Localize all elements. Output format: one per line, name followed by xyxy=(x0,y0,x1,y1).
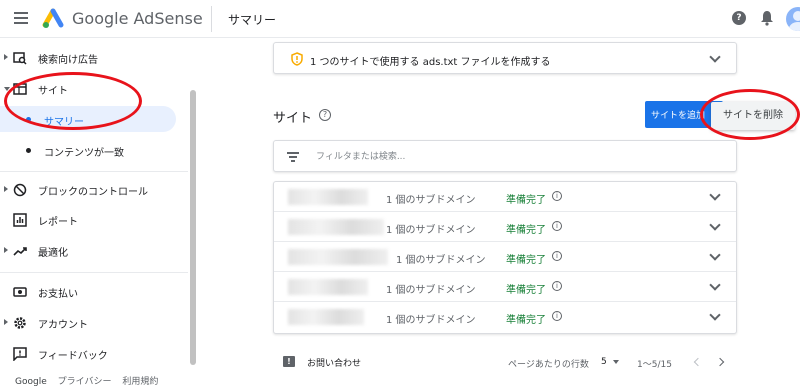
chevron-left-icon[interactable] xyxy=(693,357,703,367)
info-icon[interactable]: i xyxy=(552,251,562,261)
sidebar-item-payments[interactable]: お支払い xyxy=(0,279,188,305)
chevron-right-icon[interactable] xyxy=(715,357,725,367)
table-row[interactable]: 1 個のサブドメイン 準備完了 i xyxy=(274,212,736,242)
sidebar-item-matched-content[interactable]: コンテンツが一致 xyxy=(0,137,176,163)
table-row[interactable]: 1 個のサブドメイン 準備完了 i xyxy=(274,242,736,272)
chevron-down-icon[interactable] xyxy=(709,189,721,201)
filter-icon[interactable] xyxy=(287,152,299,162)
status-badge: 準備完了 xyxy=(506,255,546,266)
sidebar-item-feedback[interactable]: フィードバック xyxy=(0,341,188,367)
status-badge: 準備完了 xyxy=(506,225,546,236)
menu-icon[interactable] xyxy=(14,12,28,24)
app-name-google: Google xyxy=(72,9,129,28)
annotation-oval xyxy=(700,89,800,140)
status-badge: 準備完了 xyxy=(506,195,546,206)
sidebar-item-optimization[interactable]: 最適化 xyxy=(0,238,188,264)
subdomain-count: 1 個のサブドメイン xyxy=(386,285,476,296)
app-header: Google AdSense サマリー ? xyxy=(0,0,800,38)
sidebar-item-reports[interactable]: レポート xyxy=(0,207,188,233)
table-row[interactable]: 1 個のサブドメイン 準備完了 i xyxy=(274,302,736,332)
subdomain-count: 1 個のサブドメイン xyxy=(386,195,476,206)
app-name-product: AdSense xyxy=(133,9,203,28)
subdomain-count: 1 個のサブドメイン xyxy=(386,315,476,326)
sidebar-item-label: アカウント xyxy=(38,320,88,331)
status-badge: 準備完了 xyxy=(506,285,546,296)
notifications-icon[interactable] xyxy=(760,10,774,26)
info-icon[interactable]: i xyxy=(552,281,562,291)
ads-txt-notice[interactable]: 1 つのサイトで使用する ads.txt ファイルを作成する xyxy=(273,42,737,74)
avatar[interactable] xyxy=(786,7,800,31)
site-name-redacted xyxy=(288,219,384,235)
sidebar-divider xyxy=(0,272,188,273)
site-name-redacted xyxy=(288,309,364,325)
warning-shield-icon xyxy=(291,52,303,66)
sidebar-item-search-ads[interactable]: 検索向け広告 xyxy=(0,45,188,71)
subdomain-count: 1 個のサブドメイン xyxy=(386,225,476,236)
sidebar-item-label: ブロックのコントロール xyxy=(38,187,148,198)
sidebar-item-blocking-controls[interactable]: ブロックのコントロール xyxy=(0,177,188,203)
sidebar-item-label: フィードバック xyxy=(38,351,108,362)
feedback-icon[interactable]: ! xyxy=(283,356,295,367)
site-name-redacted xyxy=(288,279,368,295)
gear-icon xyxy=(14,317,26,329)
sidebar-item-label: コンテンツが一致 xyxy=(44,148,124,159)
sites-table: 1 個のサブドメイン 準備完了 i 1 個のサブドメイン 準備完了 i 1 個の… xyxy=(273,181,737,334)
table-row[interactable]: 1 個のサブドメイン 準備完了 i xyxy=(274,182,736,212)
annotation-oval xyxy=(4,72,142,130)
expand-caret-icon[interactable] xyxy=(4,319,8,325)
block-icon xyxy=(13,183,27,197)
subdomain-count: 1 個のサブドメイン xyxy=(396,255,486,266)
contact-link[interactable]: お問い合わせ xyxy=(307,356,361,369)
sidebar-divider xyxy=(0,171,188,172)
dropdown-arrow-icon xyxy=(612,359,619,364)
payments-icon xyxy=(13,287,27,297)
help-circle-icon[interactable]: ? xyxy=(319,109,331,121)
site-name-redacted xyxy=(288,189,368,205)
ads-txt-notice-text: 1 つのサイトで使用する ads.txt ファイルを作成する xyxy=(310,57,551,68)
chevron-down-icon[interactable] xyxy=(709,249,721,261)
status-badge: 準備完了 xyxy=(506,315,546,326)
pagination-range: 1～5/15 xyxy=(637,360,672,370)
rows-per-page-label: ページあたりの行数 xyxy=(508,360,589,370)
header-divider xyxy=(211,6,212,32)
adsense-logo-icon xyxy=(42,8,64,28)
search-ads-icon xyxy=(13,52,27,65)
page-title: サマリー xyxy=(228,13,277,27)
trending-up-icon xyxy=(13,247,27,256)
table-row[interactable]: 1 個のサブドメイン 準備完了 i xyxy=(274,272,736,302)
chevron-down-icon[interactable] xyxy=(709,309,721,321)
help-icon[interactable]: ? xyxy=(732,11,746,25)
sidebar-footer: Google プライバシー 利用規約 xyxy=(15,374,166,387)
sidebar-item-account[interactable]: アカウント xyxy=(0,310,188,336)
feedback-icon xyxy=(13,347,27,361)
sidebar-item-label: 最適化 xyxy=(38,248,68,259)
main-content: 1 つのサイトで使用する ads.txt ファイルを作成する サイト ? サイト… xyxy=(197,38,800,388)
chevron-down-icon[interactable] xyxy=(709,51,721,63)
rows-per-page-select[interactable]: 5 xyxy=(601,357,619,367)
terms-link[interactable]: 利用規約 xyxy=(122,377,158,387)
filter-input[interactable] xyxy=(316,150,716,164)
filter-bar xyxy=(273,140,737,172)
bullet-icon xyxy=(26,148,31,153)
sidebar-item-label: 検索向け広告 xyxy=(38,55,98,66)
expand-caret-icon[interactable] xyxy=(4,186,8,192)
expand-caret-icon[interactable] xyxy=(4,247,8,253)
sidebar-scrollbar[interactable] xyxy=(190,90,196,365)
chevron-down-icon[interactable] xyxy=(709,279,721,291)
sidebar-item-label: お支払い xyxy=(38,289,78,300)
sites-heading: サイト xyxy=(273,111,313,126)
footer-google: Google xyxy=(15,377,47,387)
sidebar-item-label: レポート xyxy=(38,217,78,228)
info-icon[interactable]: i xyxy=(552,221,562,231)
privacy-link[interactable]: プライバシー xyxy=(58,377,112,387)
app-name: Google AdSense xyxy=(72,9,203,28)
info-icon[interactable]: i xyxy=(552,311,562,321)
rows-per-page-value: 5 xyxy=(601,357,607,367)
reports-icon xyxy=(13,213,27,227)
chevron-down-icon[interactable] xyxy=(709,219,721,231)
site-name-redacted xyxy=(288,249,388,265)
info-icon[interactable]: i xyxy=(552,191,562,201)
expand-caret-icon[interactable] xyxy=(4,54,8,60)
